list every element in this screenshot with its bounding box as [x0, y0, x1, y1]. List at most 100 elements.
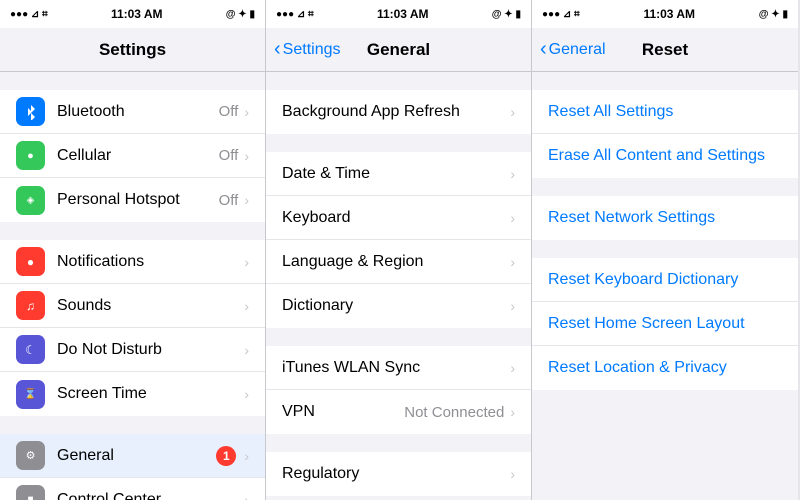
- notifications-icon: ●: [16, 247, 45, 276]
- bluetooth-label: Bluetooth: [57, 103, 219, 121]
- settings-item-general[interactable]: ⚙ General 1 ›: [0, 434, 265, 478]
- section-connectivity: Bluetooth Off › ● Cellular Off › ◈ Perso…: [0, 90, 265, 222]
- section-personalization: ⚙ General 1 › ■ Control Center › AA Disp…: [0, 434, 265, 500]
- gap-g3: [266, 328, 531, 346]
- regulatory-label: Regulatory: [282, 465, 510, 483]
- general-section-3: iTunes WLAN Sync › VPN Not Connected ›: [266, 346, 531, 434]
- settings-item-control[interactable]: ■ Control Center ›: [0, 478, 265, 500]
- general-item-regulatory[interactable]: Regulatory ›: [266, 452, 531, 496]
- reset-back-arrow-icon: ‹: [540, 38, 547, 61]
- time-3: 11:03 AM: [643, 7, 695, 21]
- general-item-itunes[interactable]: iTunes WLAN Sync ›: [266, 346, 531, 390]
- hotspot-icon: ◈: [16, 186, 45, 215]
- hotspot-value: Off: [219, 192, 239, 209]
- general-item-bg-refresh[interactable]: Background App Refresh ›: [266, 90, 531, 134]
- section-gap-3: [0, 416, 265, 434]
- gap-r2: [532, 178, 798, 196]
- section-gap-2: [0, 222, 265, 240]
- general-label: General: [57, 447, 216, 465]
- sounds-label: Sounds: [57, 297, 244, 315]
- dictionary-chevron: ›: [510, 298, 515, 314]
- vpn-label: VPN: [282, 403, 404, 421]
- section-gap: [0, 72, 265, 90]
- gap-g4: [266, 434, 531, 452]
- dnd-label: Do Not Disturb: [57, 341, 244, 359]
- general-icon: ⚙: [16, 441, 45, 470]
- signal-icons-2: ●●● ⊿ ⌗: [276, 9, 314, 20]
- settings-item-notifications[interactable]: ● Notifications ›: [0, 240, 265, 284]
- settings-item-screentime[interactable]: ⌛ Screen Time ›: [0, 372, 265, 416]
- general-back-label: Settings: [283, 41, 341, 59]
- status-bar-1: ●●● ⊿ ⌗ 11:03 AM @ ✦ ▮: [0, 0, 265, 28]
- general-item-dictionary[interactable]: Dictionary ›: [266, 284, 531, 328]
- time-1: 11:03 AM: [111, 7, 163, 21]
- reset-item-erase-all[interactable]: Erase All Content and Settings: [532, 134, 798, 178]
- vpn-chevron: ›: [510, 404, 515, 420]
- screentime-icon: ⌛: [16, 380, 45, 409]
- general-item-vpn[interactable]: VPN Not Connected ›: [266, 390, 531, 434]
- reset-item-home-screen[interactable]: Reset Home Screen Layout: [532, 302, 798, 346]
- settings-panel: ●●● ⊿ ⌗ 11:03 AM @ ✦ ▮ Settings Bluetoot…: [0, 0, 266, 500]
- datetime-chevron: ›: [510, 166, 515, 182]
- bluetooth-icon: [16, 97, 45, 126]
- signal-icons: ●●● ⊿ ⌗: [10, 9, 48, 20]
- settings-item-bluetooth[interactable]: Bluetooth Off ›: [0, 90, 265, 134]
- dictionary-label: Dictionary: [282, 297, 510, 315]
- cellular-chevron: ›: [244, 148, 249, 164]
- gap-g2: [266, 134, 531, 152]
- control-chevron: ›: [244, 492, 249, 500]
- gap-r3: [532, 240, 798, 258]
- reset-item-keyboard-dict[interactable]: Reset Keyboard Dictionary: [532, 258, 798, 302]
- reset-item-all-settings[interactable]: Reset All Settings: [532, 90, 798, 134]
- screentime-label: Screen Time: [57, 385, 244, 403]
- status-bar-2: ●●● ⊿ ⌗ 11:03 AM @ ✦ ▮: [266, 0, 531, 28]
- reset-scroll[interactable]: Reset All Settings Erase All Content and…: [532, 72, 798, 500]
- general-section-1: Background App Refresh ›: [266, 90, 531, 134]
- reset-section-3: Reset Keyboard Dictionary Reset Home Scr…: [532, 258, 798, 390]
- keyboard-label: Keyboard: [282, 209, 510, 227]
- bg-refresh-label: Background App Refresh: [282, 103, 510, 121]
- erase-all-label: Erase All Content and Settings: [548, 147, 765, 165]
- reset-all-label: Reset All Settings: [548, 103, 673, 121]
- bluetooth-chevron: ›: [244, 104, 249, 120]
- settings-item-dnd[interactable]: ☾ Do Not Disturb ›: [0, 328, 265, 372]
- status-bar-3: ●●● ⊿ ⌗ 11:03 AM @ ✦ ▮: [532, 0, 798, 28]
- itunes-chevron: ›: [510, 360, 515, 376]
- gap-g5: [266, 496, 531, 500]
- status-icons-3: @ ✦ ▮: [759, 9, 788, 20]
- general-scroll[interactable]: Background App Refresh › Date & Time › K…: [266, 72, 531, 500]
- datetime-label: Date & Time: [282, 165, 510, 183]
- time-2: 11:03 AM: [377, 7, 429, 21]
- bluetooth-value: Off: [219, 103, 239, 120]
- reset-section-1: Reset All Settings Erase All Content and…: [532, 90, 798, 178]
- vpn-value: Not Connected: [404, 404, 504, 421]
- settings-item-sounds[interactable]: ♫ Sounds ›: [0, 284, 265, 328]
- general-item-datetime[interactable]: Date & Time ›: [266, 152, 531, 196]
- reset-back-button[interactable]: ‹ General: [540, 38, 606, 61]
- bg-refresh-chevron: ›: [510, 104, 515, 120]
- reset-panel: ●●● ⊿ ⌗ 11:03 AM @ ✦ ▮ ‹ General Reset R…: [532, 0, 798, 500]
- cellular-icon: ●: [16, 141, 45, 170]
- general-item-language[interactable]: Language & Region ›: [266, 240, 531, 284]
- settings-item-hotspot[interactable]: ◈ Personal Hotspot Off ›: [0, 178, 265, 222]
- settings-scroll[interactable]: Bluetooth Off › ● Cellular Off › ◈ Perso…: [0, 72, 265, 500]
- itunes-label: iTunes WLAN Sync: [282, 359, 510, 377]
- regulatory-chevron: ›: [510, 466, 515, 482]
- gap-r4: [532, 390, 798, 408]
- language-chevron: ›: [510, 254, 515, 270]
- settings-nav-header: Settings: [0, 28, 265, 72]
- settings-item-cellular[interactable]: ● Cellular Off ›: [0, 134, 265, 178]
- reset-item-network[interactable]: Reset Network Settings: [532, 196, 798, 240]
- sounds-chevron: ›: [244, 298, 249, 314]
- dnd-icon: ☾: [16, 335, 45, 364]
- general-section-4: Regulatory ›: [266, 452, 531, 496]
- reset-section-2: Reset Network Settings: [532, 196, 798, 240]
- notifications-label: Notifications: [57, 253, 244, 271]
- status-icons-2: @ ✦ ▮: [492, 9, 521, 20]
- general-item-keyboard[interactable]: Keyboard ›: [266, 196, 531, 240]
- general-back-button[interactable]: ‹ Settings: [274, 38, 340, 61]
- control-icon: ■: [16, 485, 45, 500]
- reset-item-location[interactable]: Reset Location & Privacy: [532, 346, 798, 390]
- section-system: ● Notifications › ♫ Sounds › ☾ Do Not Di…: [0, 240, 265, 416]
- reset-title: Reset: [642, 40, 688, 60]
